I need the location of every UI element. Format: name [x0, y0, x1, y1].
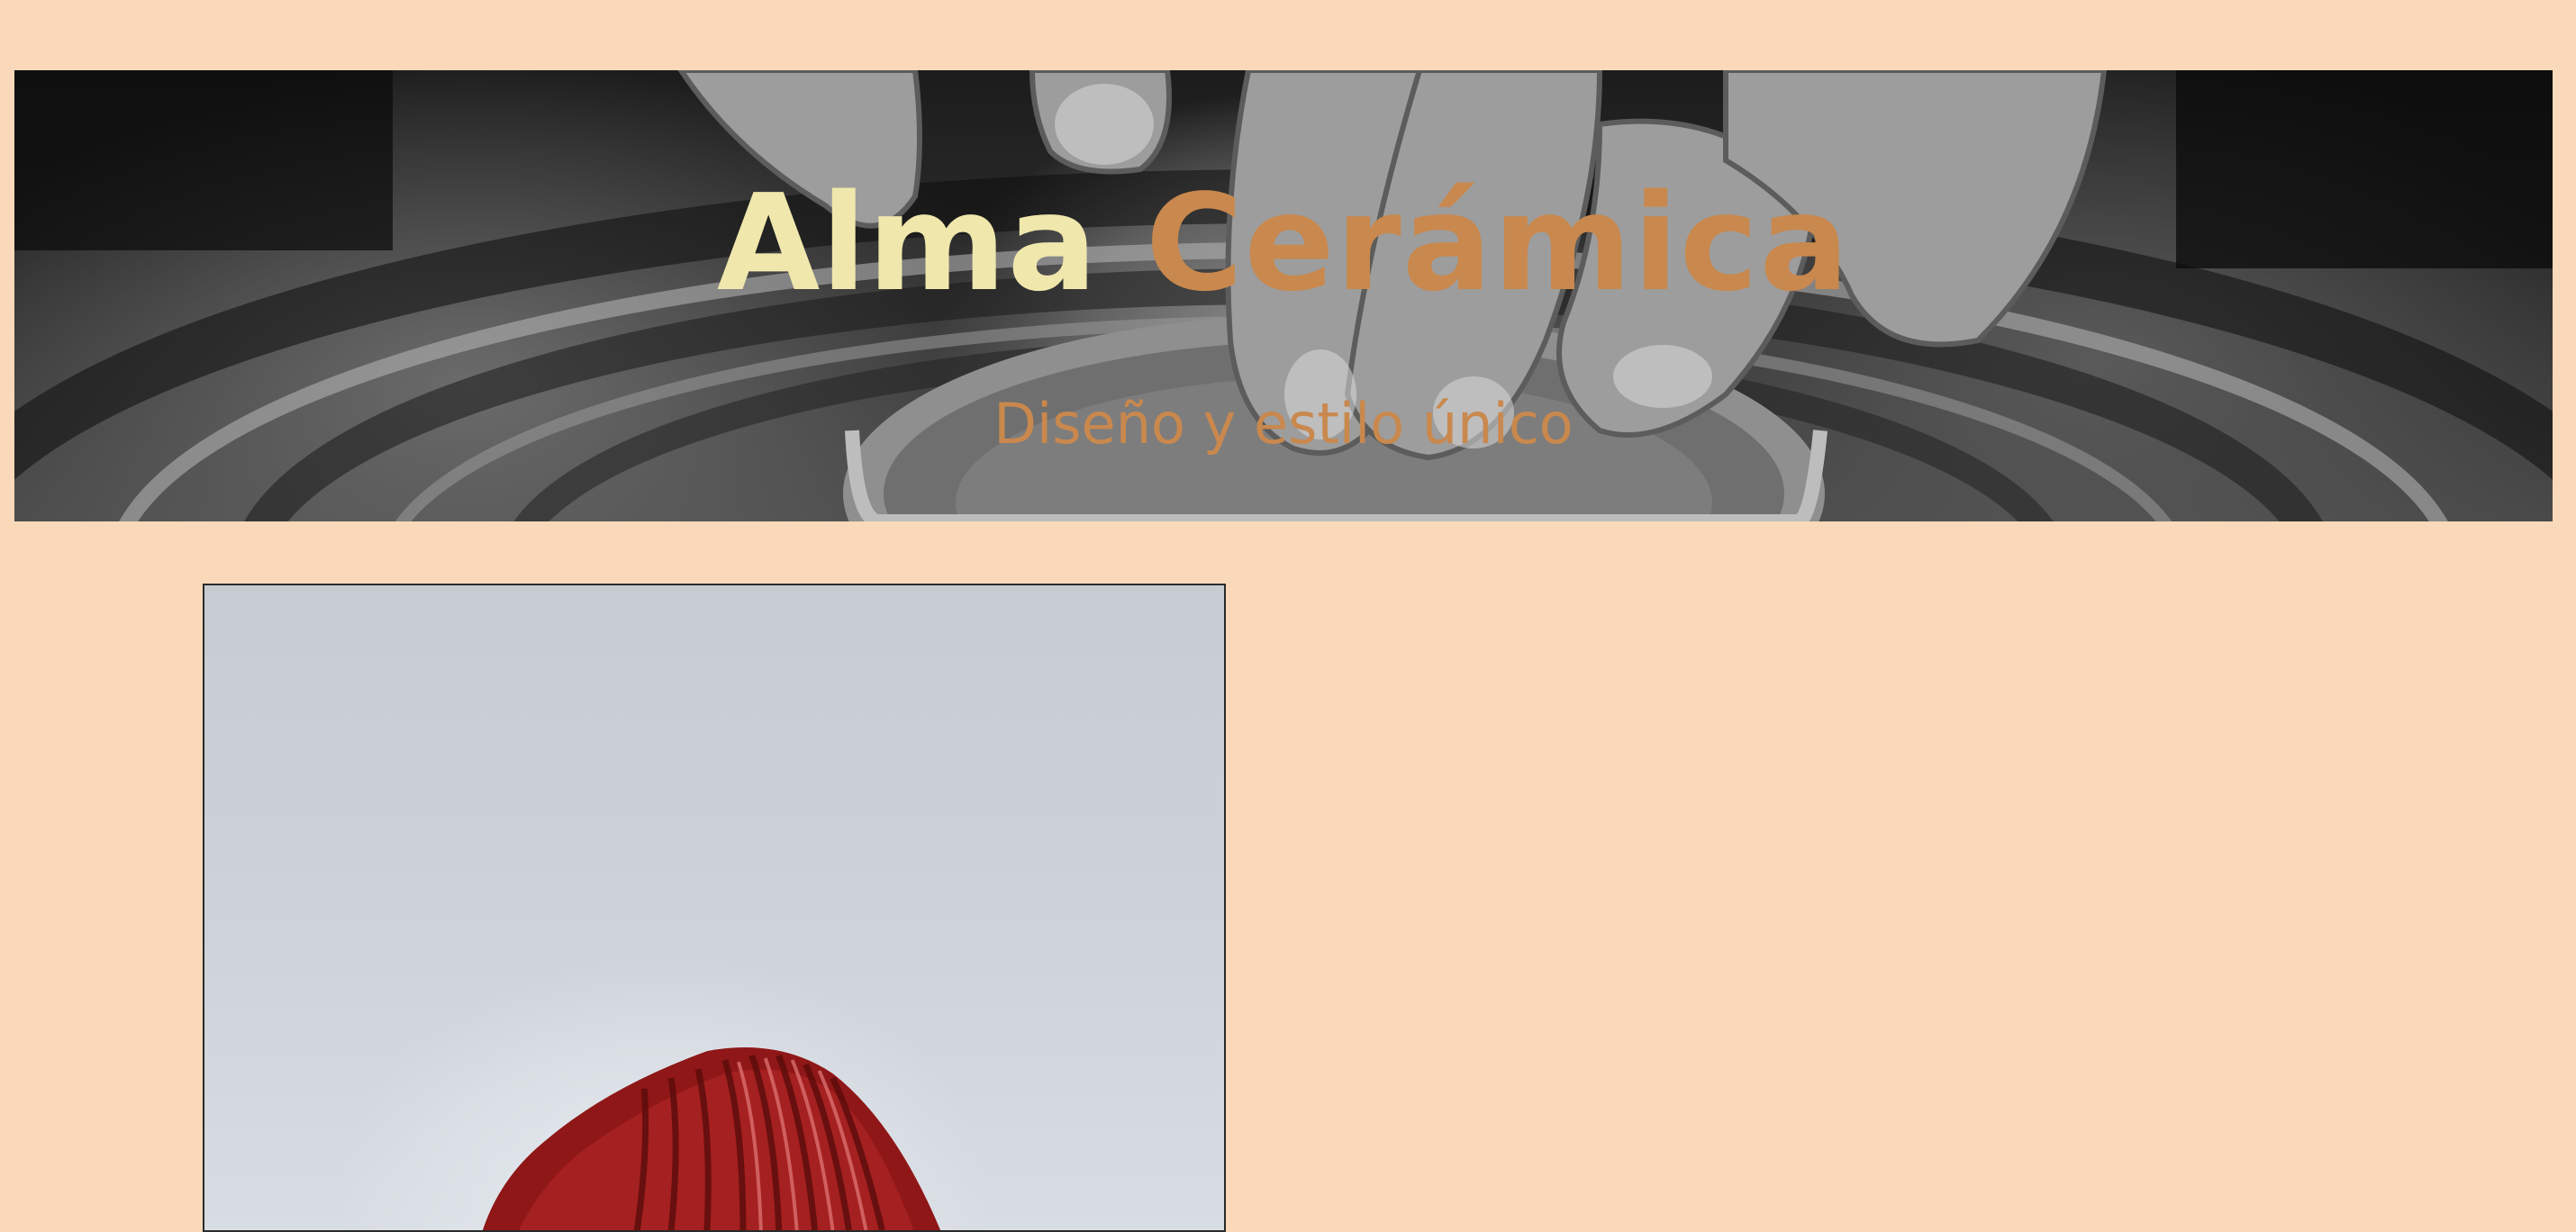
- hero-banner: Alma Cerámica Diseño y estilo único: [14, 70, 2553, 521]
- site-title-word-alma: Alma: [716, 166, 1099, 321]
- red-ceramic-vase-image: [482, 1047, 941, 1230]
- site-title: Alma Cerámica: [14, 177, 2553, 310]
- product-image-card[interactable]: [203, 584, 1226, 1232]
- site-title-word-ceramica: Cerámica: [1145, 166, 1851, 321]
- site-tagline: Diseño y estilo único: [993, 391, 1574, 457]
